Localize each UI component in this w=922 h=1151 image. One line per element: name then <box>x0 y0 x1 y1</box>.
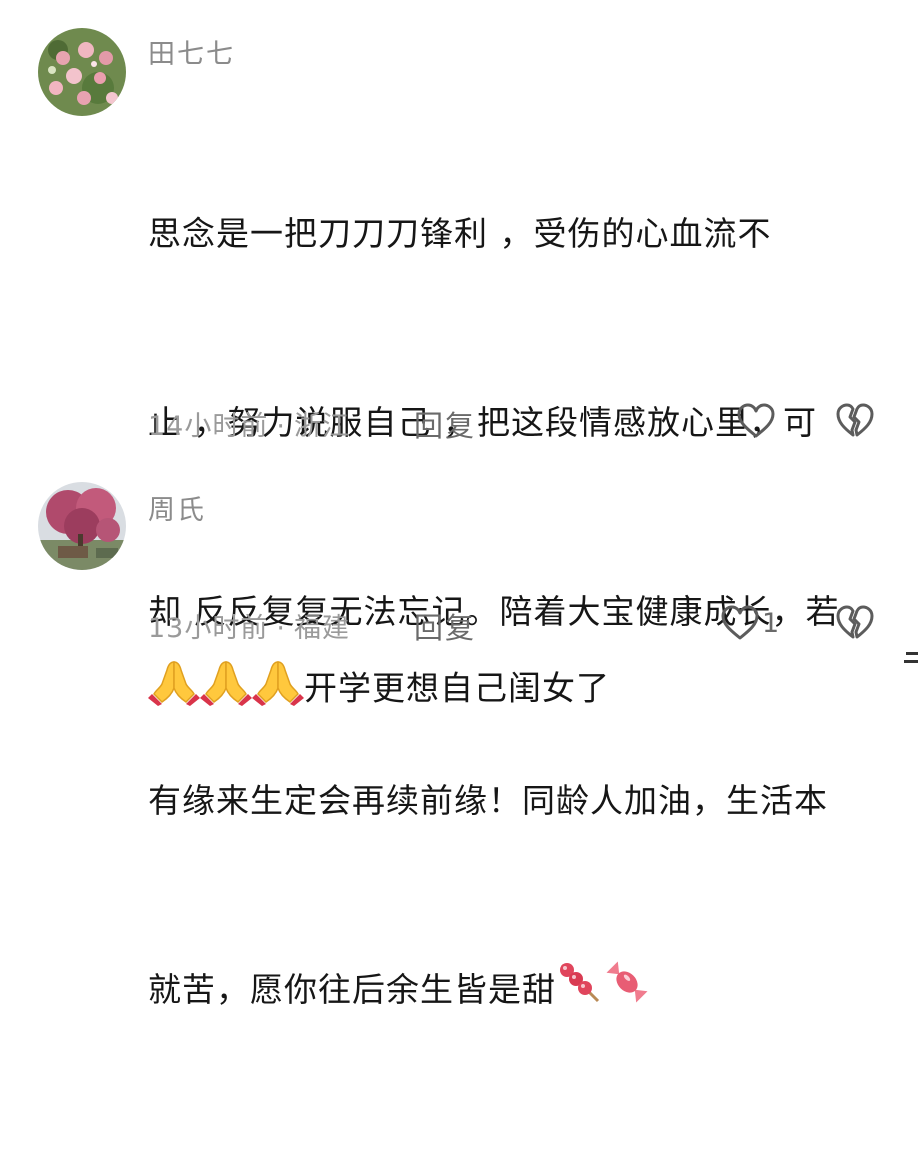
comment-time: 14小时前 <box>148 411 269 442</box>
comment-line: 思念是一把刀刀刀锋利 ，受伤的心血流不 <box>148 214 772 253</box>
comment-line: 就苦，愿你往后余生皆是甜 <box>148 958 888 1025</box>
edge-divider <box>906 652 918 655</box>
like-button[interactable] <box>736 402 776 440</box>
comment-meta: 14小时前 · 浙江 <box>148 404 350 443</box>
comment-item: 周氏 开学更想自己闺女了 13小时前 · 福建 回复 1 <box>0 470 922 708</box>
praying-hands-emoji <box>252 654 304 726</box>
comment-location: 福建 <box>293 613 350 644</box>
avatar[interactable] <box>38 482 126 570</box>
comment-username[interactable]: 田七七 <box>148 32 235 71</box>
avatar-blossom-image <box>38 482 126 570</box>
heart-outline-icon <box>721 605 759 640</box>
edge-divider <box>904 660 918 663</box>
comment-line-text: 开学更想自己闺女了 <box>304 668 610 708</box>
tanghulu-emoji <box>556 959 602 1025</box>
comment-item: 田七七 思念是一把刀刀刀锋利 ，受伤的心血流不 止 ，努力说服自己 ，把这段情感… <box>0 0 922 1009</box>
comment-line-text: 就苦，愿你往后余生皆是甜 <box>148 970 556 1009</box>
broken-heart-icon <box>836 403 874 437</box>
dislike-button[interactable] <box>835 604 875 642</box>
praying-hands-emoji <box>200 654 252 726</box>
candy-emoji <box>602 959 652 1025</box>
avatar[interactable] <box>38 28 126 116</box>
heart-outline-icon <box>737 403 775 438</box>
comment-line: 开学更想自己闺女了 <box>148 654 888 726</box>
dislike-button[interactable] <box>835 402 875 440</box>
comment-username[interactable]: 周氏 <box>148 488 206 527</box>
praying-hands-emoji <box>148 654 200 726</box>
reply-button[interactable]: 回复 <box>414 605 476 647</box>
reply-button[interactable]: 回复 <box>414 403 476 445</box>
comment-meta: 13小时前 · 福建 <box>148 606 350 645</box>
avatar-roses-image <box>38 28 126 116</box>
comment-time: 13小时前 <box>148 613 269 644</box>
comment-text: 开学更想自己闺女了 <box>148 528 888 852</box>
meta-separator: · <box>276 613 286 644</box>
meta-separator: · <box>276 411 286 442</box>
like-button[interactable]: 1 <box>720 604 779 642</box>
broken-heart-icon <box>836 605 874 639</box>
comment-location: 浙江 <box>293 411 350 442</box>
like-count: 1 <box>762 607 780 639</box>
